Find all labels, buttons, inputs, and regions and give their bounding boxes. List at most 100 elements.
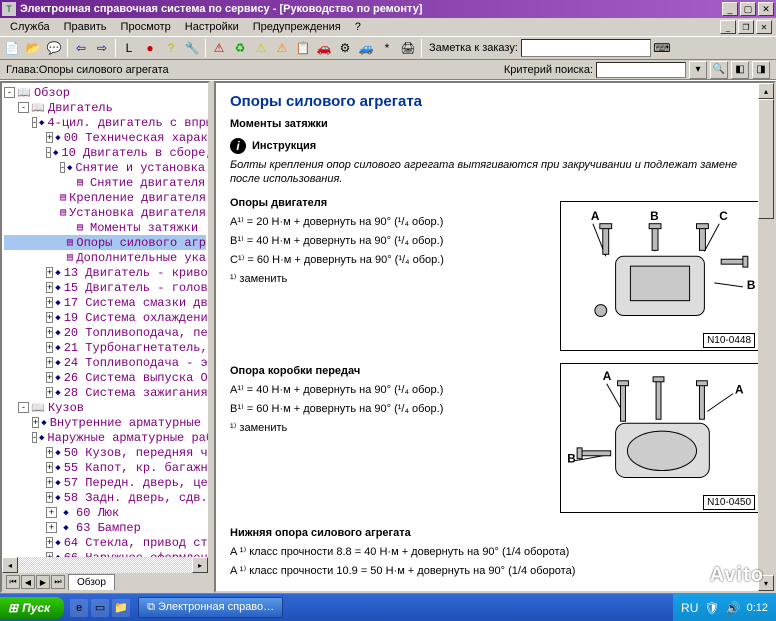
tree-node[interactable]: -Наружные арматурные раб — [4, 430, 206, 445]
tree-node[interactable]: +28 Система зажигания, — [4, 385, 206, 400]
tray-volume-icon[interactable]: 🔊 — [726, 601, 741, 615]
mdi-restore-button[interactable]: ❐ — [738, 20, 754, 34]
tb-forward-icon[interactable]: ⇨ — [92, 38, 112, 58]
tb-keyboard-icon[interactable]: ⌨ — [652, 38, 672, 58]
tab-next-icon[interactable]: ▶ — [36, 575, 50, 589]
maximize-button[interactable]: ▢ — [740, 2, 756, 16]
tree-expander-icon[interactable]: - — [60, 162, 65, 173]
menu-edit[interactable]: Править — [58, 19, 115, 35]
tb-doc-icon[interactable]: 📋 — [293, 38, 313, 58]
menu-help[interactable]: ? — [349, 19, 369, 35]
ql-desktop-icon[interactable]: ▭ — [91, 599, 109, 617]
tree-node[interactable]: +64 Стекла, привод стек — [4, 535, 206, 550]
tb-warn3-icon[interactable]: ⚠ — [272, 38, 292, 58]
tree-expander-icon[interactable]: + — [46, 132, 53, 143]
tab-prev-icon[interactable]: ◀ — [21, 575, 35, 589]
menu-service[interactable]: Служба — [4, 19, 58, 35]
tb-open-icon[interactable]: 📂 — [23, 38, 43, 58]
tree-expander-icon[interactable]: + — [46, 357, 53, 368]
tree-expander-icon[interactable]: + — [46, 297, 53, 308]
search-opt1-button[interactable]: ◧ — [731, 61, 749, 79]
tb-gear-icon[interactable]: 🚙 — [356, 38, 376, 58]
tree-expander-icon[interactable]: + — [46, 312, 53, 323]
tb-warn1-icon[interactable]: ⚠ — [209, 38, 229, 58]
tree-node[interactable]: +15 Двигатель - головка — [4, 280, 206, 295]
menu-warnings[interactable]: Предупреждения — [247, 19, 349, 35]
tab-overview[interactable]: Обзор — [68, 574, 115, 590]
tb-back-icon[interactable]: ⇦ — [71, 38, 91, 58]
tb-help-icon[interactable]: ? — [161, 38, 181, 58]
tree-node[interactable]: Установка двигателя — [4, 205, 206, 220]
tb-print-icon[interactable]: 🖨 — [398, 38, 418, 58]
tree-node[interactable]: +26 Система выпуска ОГ — [4, 370, 206, 385]
tree-node[interactable]: -Двигатель — [4, 100, 206, 115]
tree-node[interactable]: Снятие двигателя — [4, 175, 206, 190]
tree-node[interactable]: Опоры силового агр — [4, 235, 206, 250]
tree-expander-icon[interactable]: + — [46, 492, 53, 503]
tb-info-icon[interactable]: ● — [140, 38, 160, 58]
order-note-input[interactable] — [521, 39, 651, 57]
tree-node[interactable]: +57 Передн. дверь, центр — [4, 475, 206, 490]
menu-settings[interactable]: Настройки — [179, 19, 247, 35]
tree-node[interactable]: +24 Топливоподача - эл — [4, 355, 206, 370]
start-button[interactable]: ⊞ Пуск — [0, 597, 64, 619]
ql-ie-icon[interactable]: e — [70, 599, 88, 617]
tb-car-icon[interactable]: 🚗 — [314, 38, 334, 58]
tree-node[interactable]: +19 Система охлаждения — [4, 310, 206, 325]
tb-stamp-icon[interactable]: 💬 — [44, 38, 64, 58]
tab-last-icon[interactable]: ⏭ — [51, 575, 65, 589]
tree-hscrollbar[interactable]: ◂▸ — [2, 557, 208, 573]
tree-expander-icon[interactable]: + — [46, 507, 57, 518]
tree-node[interactable]: -Кузов — [4, 400, 206, 415]
tree-expander-icon[interactable]: + — [46, 537, 53, 548]
search-input[interactable] — [596, 62, 686, 78]
tree-expander-icon[interactable]: - — [32, 432, 37, 443]
tree-expander-icon[interactable]: - — [4, 87, 15, 98]
tree-node[interactable]: +21 Турбонагнетатель, п — [4, 340, 206, 355]
tree-expander-icon[interactable]: - — [46, 147, 51, 158]
tree-node[interactable]: +63 Бампер — [4, 520, 206, 535]
tree-node[interactable]: +Внутренние арматурные ра — [4, 415, 206, 430]
tree-expander-icon[interactable]: - — [32, 117, 37, 128]
search-opt2-button[interactable]: ◨ — [752, 61, 770, 79]
tree-node[interactable]: -Снятие и установка д — [4, 160, 206, 175]
tray-lang-icon[interactable]: RU — [681, 601, 698, 615]
tree-node[interactable]: +17 Система смазки двиг — [4, 295, 206, 310]
tree-expander-icon[interactable]: - — [18, 102, 29, 113]
minimize-button[interactable]: _ — [722, 2, 738, 16]
tree-expander-icon[interactable]: + — [46, 372, 53, 383]
tray-shield-icon[interactable]: 🛡 — [704, 601, 719, 615]
tb-wand-icon[interactable]: * — [377, 38, 397, 58]
tree-node[interactable]: +00 Техническая характе — [4, 130, 206, 145]
tree-expander-icon[interactable]: - — [18, 402, 29, 413]
tree-expander-icon[interactable]: + — [32, 417, 39, 428]
tree-node[interactable]: Крепление двигателя — [4, 190, 206, 205]
ql-explorer-icon[interactable]: 📁 — [112, 599, 130, 617]
tree-node[interactable]: +20 Топливоподача, педа — [4, 325, 206, 340]
mdi-close-button[interactable]: ✕ — [756, 20, 772, 34]
tree-expander-icon[interactable]: + — [46, 387, 53, 398]
tb-part-icon[interactable]: ⚙ — [335, 38, 355, 58]
tree-expander-icon[interactable]: + — [46, 327, 53, 338]
tree-node[interactable]: Дополнительные ука — [4, 250, 206, 265]
tree-node[interactable]: -10 Двигатель в сборе, — [4, 145, 206, 160]
tree-node[interactable]: -4-цил. двигатель с впры — [4, 115, 206, 130]
tb-new-icon[interactable]: 📄 — [2, 38, 22, 58]
nav-tree[interactable]: -Обзор-Двигатель-4-цил. двигатель с впры… — [2, 83, 208, 593]
tree-node[interactable]: Моменты затяжки — [4, 220, 206, 235]
tree-expander-icon[interactable]: + — [46, 477, 53, 488]
taskbar-task[interactable]: ⧉ Электронная справо… — [138, 597, 283, 618]
tree-expander-icon[interactable]: + — [46, 267, 53, 278]
tree-expander-icon[interactable]: + — [46, 447, 53, 458]
mdi-minimize-button[interactable]: _ — [720, 20, 736, 34]
search-dropdown-button[interactable]: ▾ — [689, 61, 707, 79]
search-go-button[interactable]: 🔍 — [710, 61, 728, 79]
tree-expander-icon[interactable]: + — [46, 462, 53, 473]
tree-expander-icon[interactable]: + — [46, 342, 53, 353]
tree-node[interactable]: +60 Люк — [4, 505, 206, 520]
close-button[interactable]: ✕ — [758, 2, 774, 16]
tree-node[interactable]: +13 Двигатель - кривоши — [4, 265, 206, 280]
tree-node[interactable]: -Обзор — [4, 85, 206, 100]
tree-node[interactable]: +55 Капот, кр. багажник — [4, 460, 206, 475]
menu-view[interactable]: Просмотр — [115, 19, 179, 35]
